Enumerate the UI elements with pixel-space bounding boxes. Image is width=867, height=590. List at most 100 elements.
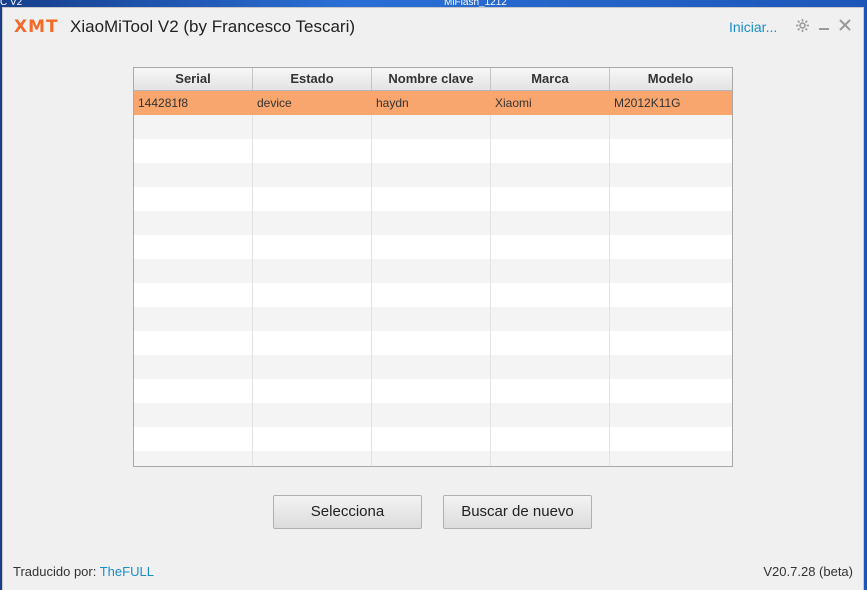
- table-cell-empty: [491, 307, 610, 331]
- cell-serial: 144281f8: [134, 91, 253, 115]
- table-cell-empty: [610, 139, 731, 163]
- table-cell-empty: [134, 331, 253, 355]
- table-cell-empty: [610, 163, 731, 187]
- table-cell-empty: [134, 451, 253, 466]
- table-cell-empty: [372, 403, 491, 427]
- table-cell-empty: [134, 163, 253, 187]
- version-label: V20.7.28 (beta): [763, 564, 853, 579]
- table-cell-empty: [610, 307, 731, 331]
- table-cell-empty: [491, 403, 610, 427]
- table-cell-empty: [610, 115, 731, 139]
- table-cell-empty: [610, 355, 731, 379]
- column-header-estado[interactable]: Estado: [253, 68, 372, 90]
- cell-modelo: M2012K11G: [614, 96, 681, 110]
- cell-marca: Xiaomi: [491, 91, 610, 115]
- table-cell-empty: [491, 139, 610, 163]
- xmt-logo: XMT: [14, 17, 59, 37]
- minimize-icon[interactable]: [818, 19, 830, 34]
- table-cell-empty: [372, 163, 491, 187]
- table-cell-empty: [610, 259, 731, 283]
- table-cell-empty: [372, 331, 491, 355]
- cell-nombre-clave: haydn: [372, 91, 491, 115]
- table-cell-empty: [253, 115, 372, 139]
- table-cell-empty: [253, 283, 372, 307]
- table-cell-empty: [610, 235, 731, 259]
- column-header-serial[interactable]: Serial: [134, 68, 253, 90]
- translated-by-label: Traducido por:: [13, 564, 97, 579]
- table-cell-empty: [491, 163, 610, 187]
- table-cell-empty: [253, 259, 372, 283]
- table-cell-empty: [253, 163, 372, 187]
- table-row-empty: [134, 139, 732, 163]
- table-cell-empty: [134, 403, 253, 427]
- desktop-label-center: MiFlash_1212: [444, 0, 507, 8]
- table-cell-empty: [253, 235, 372, 259]
- table-cell-empty: [372, 307, 491, 331]
- table-cell-empty: [134, 427, 253, 451]
- table-cell-empty: [491, 115, 610, 139]
- table-cell-empty: [372, 379, 491, 403]
- table-row-empty: [134, 259, 732, 283]
- table-cell-empty: [491, 427, 610, 451]
- table-cell-empty: [372, 427, 491, 451]
- translator-credit: Traducido por: TheFULL: [13, 564, 154, 579]
- table-cell-empty: [134, 379, 253, 403]
- table-cell-empty: [253, 451, 372, 466]
- table-header: Serial Estado Nombre clave Marca Modelo: [134, 68, 732, 91]
- table-cell-empty: [372, 283, 491, 307]
- devices-table: Serial Estado Nombre clave Marca Modelo …: [133, 67, 733, 467]
- table-row-empty: [134, 163, 732, 187]
- table-cell-empty: [491, 379, 610, 403]
- table-cell-empty: [372, 451, 491, 466]
- table-cell-empty: [610, 331, 731, 355]
- table-row[interactable]: 144281f8 device haydn Xiaomi M2012K11G: [134, 91, 732, 115]
- table-cell-empty: [134, 283, 253, 307]
- table-cell-empty: [134, 259, 253, 283]
- table-cell-empty: [491, 331, 610, 355]
- translator-link[interactable]: TheFULL: [100, 564, 154, 579]
- table-row-empty: [134, 283, 732, 307]
- column-header-marca[interactable]: Marca: [491, 68, 610, 90]
- table-cell-empty: [372, 235, 491, 259]
- table-cell-empty: [134, 139, 253, 163]
- table-cell-empty: [134, 307, 253, 331]
- table-cell-empty: [491, 259, 610, 283]
- column-header-nombre-clave[interactable]: Nombre clave: [372, 68, 491, 90]
- table-cell-empty: [134, 235, 253, 259]
- table-cell-empty: [253, 331, 372, 355]
- iniciar-link[interactable]: Iniciar...: [729, 19, 777, 35]
- table-cell-empty: [610, 403, 731, 427]
- table-cell-empty: [253, 187, 372, 211]
- table-row-empty: [134, 331, 732, 355]
- table-cell-empty: [134, 115, 253, 139]
- table-cell-empty: [491, 187, 610, 211]
- title-bar[interactable]: XMT XiaoMiTool V2 (by Francesco Tescari)…: [3, 8, 863, 48]
- table-cell-empty: [372, 211, 491, 235]
- table-cell-empty: [610, 211, 731, 235]
- table-cell-empty: [372, 259, 491, 283]
- buscar-de-nuevo-button[interactable]: Buscar de nuevo: [443, 495, 592, 529]
- table-cell-empty: [610, 451, 731, 466]
- table-cell-empty: [491, 355, 610, 379]
- selecciona-button[interactable]: Selecciona: [273, 495, 422, 529]
- table-row-empty: [134, 187, 732, 211]
- table-row-empty: [134, 379, 732, 403]
- table-cell-empty: [134, 187, 253, 211]
- table-cell-empty: [134, 211, 253, 235]
- desktop-label-left: C V2: [0, 0, 23, 8]
- table-row-empty: [134, 427, 732, 451]
- gear-icon[interactable]: [796, 19, 809, 34]
- table-cell-empty: [610, 427, 731, 451]
- column-header-modelo[interactable]: Modelo: [610, 68, 731, 90]
- table-cell-empty: [491, 235, 610, 259]
- close-icon[interactable]: [839, 19, 851, 33]
- table-row-empty: [134, 307, 732, 331]
- table-cell-empty: [253, 379, 372, 403]
- empty-rows: [134, 115, 732, 466]
- table-row-empty: [134, 211, 732, 235]
- table-cell-empty: [372, 355, 491, 379]
- window-title: XiaoMiTool V2 (by Francesco Tescari): [70, 17, 356, 36]
- app-window: XMT XiaoMiTool V2 (by Francesco Tescari)…: [3, 8, 863, 590]
- table-row-empty: [134, 451, 732, 466]
- table-cell-empty: [253, 307, 372, 331]
